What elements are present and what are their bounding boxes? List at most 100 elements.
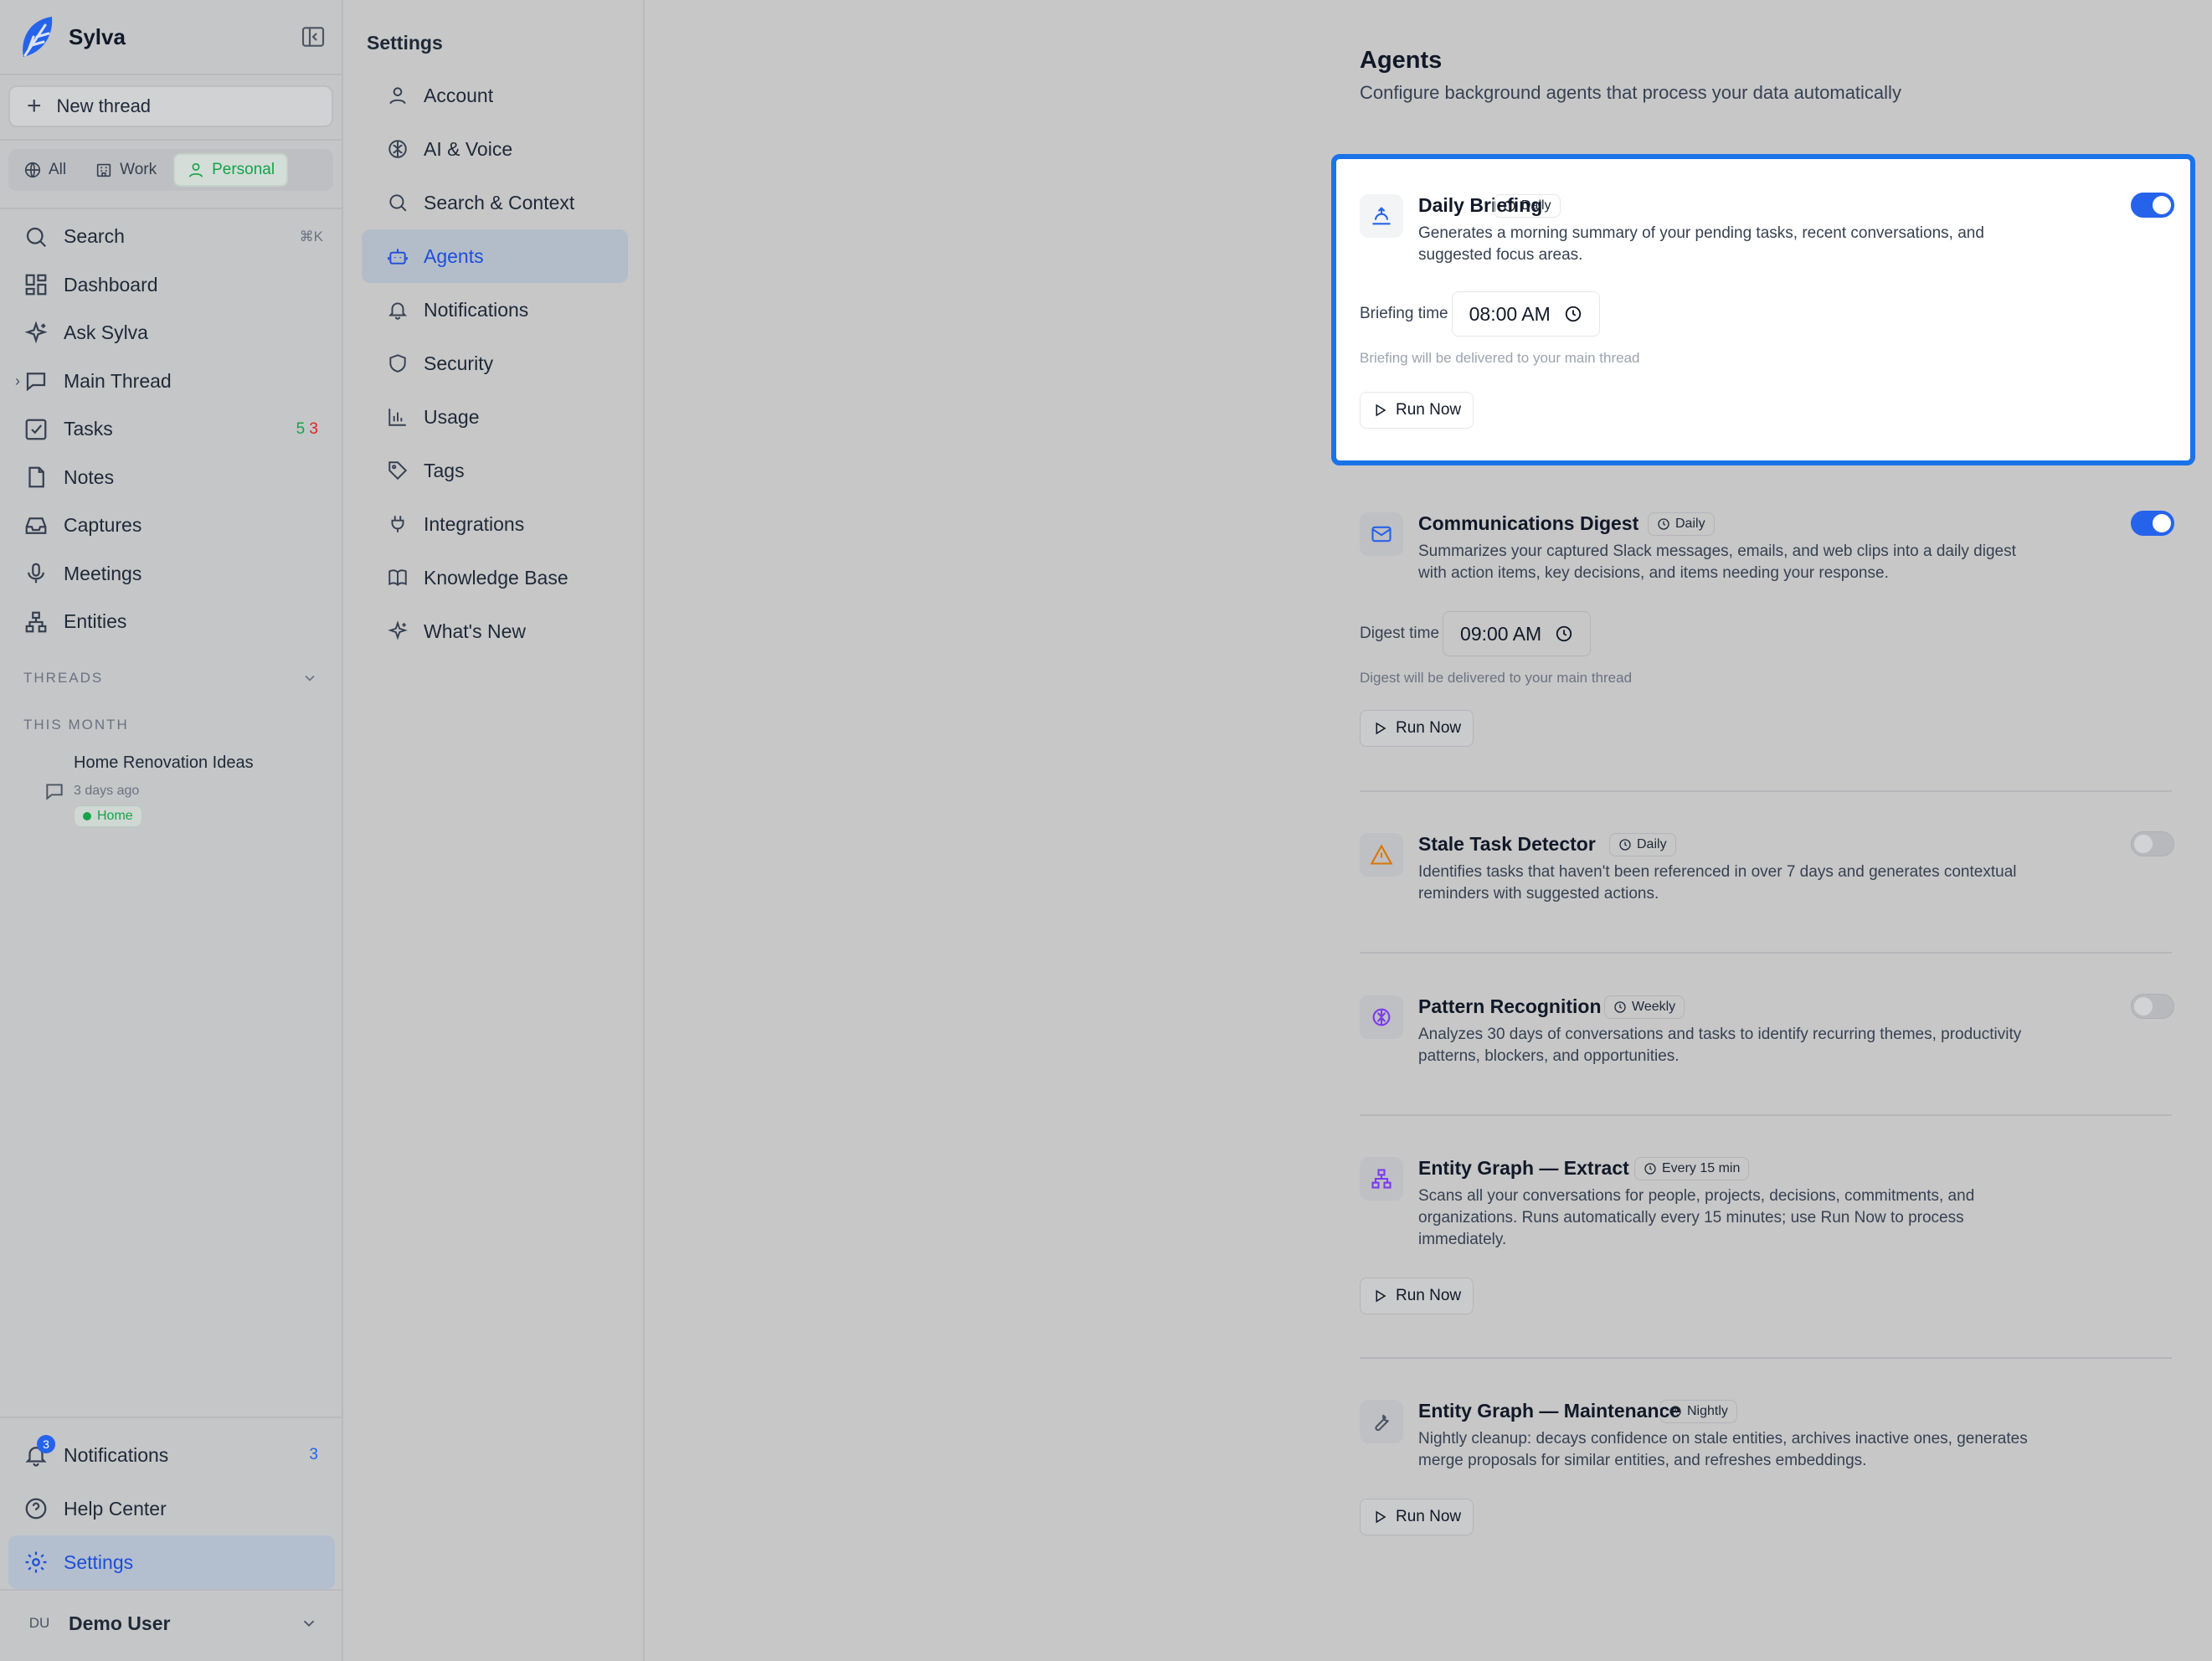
time-value: 09:00 AM: [1460, 622, 1542, 645]
sidebar-item-settings[interactable]: Settings: [8, 1535, 335, 1589]
sidebar-item-notes[interactable]: Notes: [8, 454, 335, 502]
settings-item-account[interactable]: Account: [362, 69, 628, 122]
toggle-knob: [2134, 997, 2153, 1016]
settings-item-label: Agents: [424, 244, 484, 267]
agent-card-entity-graph-maintenance: Entity Graph — Maintenance Nightly Night…: [1360, 1400, 2172, 1542]
settings-title: Settings: [367, 32, 443, 54]
sidebar-item-notifications[interactable]: 3 Notifications 3: [8, 1428, 335, 1482]
thread-time: 3 days ago: [74, 784, 140, 798]
agent-card-daily-briefing-highlight: Daily Briefing Daily Generates a morning…: [1331, 154, 2195, 465]
agent-name: Pattern Recognition: [1418, 995, 1602, 1017]
task-counts: 5 3: [296, 420, 318, 439]
chevron-right-icon[interactable]: ›: [15, 373, 20, 390]
collapse-sidebar-icon[interactable]: [300, 23, 327, 50]
graph-icon: [1360, 1157, 1403, 1201]
agent-card-stale-task-detector: Stale Task Detector Daily Identifies tas…: [1360, 831, 2174, 917]
sidebar-item-main-thread[interactable]: › Main Thread: [8, 357, 335, 406]
user-menu[interactable]: DU Demo User: [8, 1599, 335, 1648]
agent-enable-toggle[interactable]: [2131, 511, 2174, 536]
run-now-button[interactable]: Run Now: [1360, 1278, 1474, 1314]
scope-label: Personal: [212, 161, 275, 178]
notification-badge: 3: [37, 1435, 55, 1453]
agent-name: Stale Task Detector: [1418, 833, 1596, 855]
settings-item-label: Security: [424, 352, 494, 374]
run-now-button[interactable]: Run Now: [1360, 392, 1474, 429]
sidebar-item-dashboard[interactable]: Dashboard: [8, 261, 335, 310]
settings-item-whats-new[interactable]: What's New: [362, 604, 628, 658]
frequency-badge: Every 15 min: [1634, 1157, 1750, 1180]
chevron-down-icon[interactable]: [301, 670, 318, 687]
settings-item-label: Tags: [424, 459, 465, 481]
plus-icon: +: [27, 92, 42, 120]
tag-dot-icon: [83, 812, 91, 820]
open-task-count: 5: [296, 419, 306, 438]
settings-item-ai-voice[interactable]: AI & Voice: [362, 122, 628, 176]
new-thread-button[interactable]: + New thread: [8, 85, 333, 127]
scope-tab-work[interactable]: Work: [83, 153, 168, 187]
digest-time-input[interactable]: 09:00 AM: [1443, 611, 1592, 656]
sidebar-item-label: Help Center: [64, 1497, 167, 1520]
run-now-button[interactable]: Run Now: [1360, 710, 1474, 747]
sidebar-item-captures[interactable]: Captures: [8, 501, 335, 550]
agent-enable-toggle[interactable]: [2131, 994, 2174, 1019]
play-icon: [1376, 1289, 1386, 1303]
time-value: 08:00 AM: [1469, 302, 1551, 325]
tag-icon: [388, 461, 408, 481]
divider: [1360, 1357, 2172, 1359]
settings-item-notifications[interactable]: Notifications: [362, 283, 628, 337]
brand: Sylva: [17, 12, 327, 62]
agent-card-communications-digest: Communications Digest Daily Summarizes y…: [1360, 511, 2174, 755]
tag-label: Home: [97, 809, 133, 823]
book-icon: [388, 569, 407, 587]
settings-item-usage[interactable]: Usage: [362, 390, 628, 444]
scope-label: Work: [120, 161, 157, 178]
agent-enable-toggle[interactable]: [2131, 831, 2174, 856]
sylva-logo-icon[interactable]: [17, 12, 57, 62]
sparkle-icon: [388, 620, 408, 640]
sidebar-item-help-center[interactable]: Help Center: [8, 1482, 335, 1535]
threads-section-label: THREADS: [23, 670, 104, 686]
settings-item-integrations[interactable]: Integrations: [362, 497, 628, 551]
clock-icon: [1565, 306, 1581, 322]
app-sidebar: Sylva + New thread All Work Personal Sea…: [0, 0, 343, 1661]
briefing-time-input[interactable]: 08:00 AM: [1451, 291, 1600, 337]
microphone-icon: [28, 563, 44, 584]
divider: [0, 1417, 343, 1418]
settings-item-agents[interactable]: Agents: [362, 229, 628, 283]
divider: [1360, 952, 2172, 954]
settings-item-label: Integrations: [424, 512, 525, 535]
run-now-label: Run Now: [1396, 1508, 1462, 1525]
brain-icon: [1360, 995, 1403, 1039]
sidebar-item-tasks[interactable]: Tasks 5 3: [8, 405, 335, 454]
divider: [0, 74, 343, 75]
sidebar-item-label: Settings: [64, 1550, 134, 1573]
inbox-icon: [25, 517, 47, 534]
scope-tabs: All Work Personal: [8, 149, 333, 191]
divider: [0, 208, 343, 209]
dashboard-icon: [25, 274, 47, 296]
sidebar-item-meetings[interactable]: Meetings: [8, 550, 335, 599]
settings-item-security[interactable]: Security: [362, 337, 628, 390]
sidebar-item-ask-sylva[interactable]: Ask Sylva: [8, 309, 335, 357]
scope-tab-all[interactable]: All: [12, 153, 78, 187]
divider: [0, 1589, 343, 1591]
settings-item-search-context[interactable]: Search & Context: [362, 176, 628, 229]
sidebar-item-search[interactable]: Search ⌘K: [8, 213, 335, 261]
new-thread-label: New thread: [56, 95, 152, 116]
sidebar-item-label: Tasks: [64, 418, 113, 440]
scope-tab-personal[interactable]: Personal: [173, 153, 289, 187]
scope-label: All: [49, 161, 67, 178]
user-icon: [188, 162, 203, 177]
page-subtitle: Configure background agents that process…: [1360, 82, 1901, 103]
frequency-badge: Nightly: [1659, 1400, 1737, 1423]
run-now-button[interactable]: Run Now: [1360, 1499, 1474, 1535]
settings-item-tags[interactable]: Tags: [362, 444, 628, 497]
agent-enable-toggle[interactable]: [2131, 193, 2174, 218]
settings-item-knowledge-base[interactable]: Knowledge Base: [362, 551, 628, 604]
chat-icon: [46, 784, 63, 800]
bottom-nav: 3 Notifications 3 Help Center Settings: [8, 1428, 335, 1589]
delivery-note: Digest will be delivered to your main th…: [1360, 670, 1633, 686]
sidebar-item-entities[interactable]: Entities: [8, 598, 335, 646]
wrench-icon: [1360, 1400, 1403, 1443]
settings-item-label: Search & Context: [424, 191, 575, 213]
